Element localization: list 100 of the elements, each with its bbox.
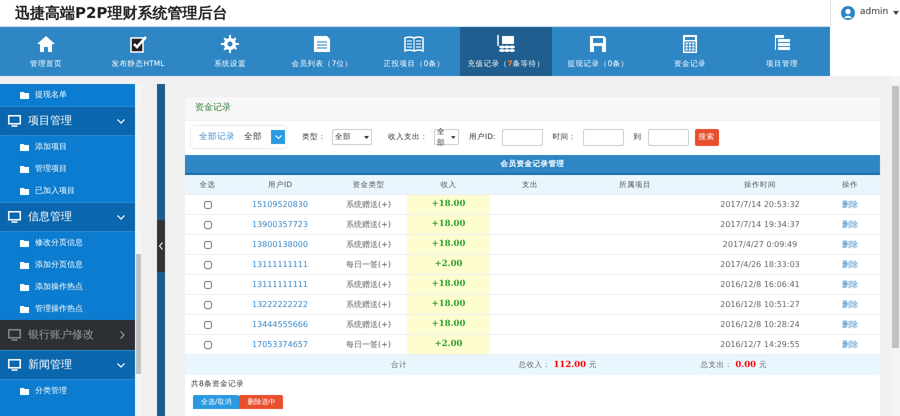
folder-icon [20, 144, 29, 150]
caret-icon [364, 136, 369, 138]
input-field[interactable] [582, 128, 624, 146]
table-cell: +2.00 [434, 338, 462, 351]
menu-group-header[interactable]: 银行账户修改 [0, 320, 135, 350]
user-name[interactable]: admin [860, 6, 888, 20]
chevron-down-icon [117, 118, 125, 124]
menu-group-header[interactable]: 项目管理 [0, 106, 135, 136]
delete-link[interactable]: 删除 [842, 198, 858, 210]
input-field[interactable] [648, 128, 689, 146]
table-cell: 2016/12/8 16:06:41 [720, 278, 800, 290]
table-cell: 系统赠送(+) [346, 278, 391, 290]
delete-link[interactable]: 删除 [842, 338, 858, 350]
table-cell: +18.00 [432, 238, 466, 251]
delete-link[interactable]: 删除 [842, 258, 858, 270]
panel-title: 资金记录 [195, 102, 231, 115]
chevron-down-icon [117, 214, 125, 220]
chevron-down-icon [274, 135, 282, 139]
user-id-link[interactable]: 13800138000 [252, 238, 308, 250]
table-cell: +18.00 [432, 198, 466, 211]
book-icon [404, 34, 424, 54]
scrollbar[interactable] [135, 84, 142, 416]
table-cell: +18.00 [432, 278, 466, 291]
caret-icon[interactable] [893, 11, 900, 15]
table-cell: 2017/4/26 18:33:03 [720, 258, 800, 270]
table-cell: 每日一签(+) [346, 258, 391, 270]
user-id-link[interactable]: 17053374657 [252, 338, 308, 350]
menu-item[interactable]: 修改分页信息 [35, 237, 83, 249]
delete-link[interactable]: 删除 [842, 218, 858, 230]
menu-item[interactable]: 提现名单 [35, 89, 67, 101]
folder-icon [20, 262, 29, 268]
table-cell: +18.00 [432, 298, 466, 311]
user-id-link[interactable]: 13111111111 [252, 258, 308, 270]
menu-item[interactable]: 管理项目 [35, 163, 67, 175]
menu-item[interactable]: 添加操作热点 [35, 281, 83, 293]
scope-dropdown[interactable]: 全部 [244, 129, 262, 145]
menu-item[interactable]: 添加分页信息 [35, 259, 83, 271]
checkbox[interactable] [204, 340, 212, 348]
folder-icon [20, 240, 29, 246]
collapse-toggle[interactable] [157, 220, 165, 272]
folder-icon [20, 166, 29, 172]
table-cell: 系统赠送(+) [346, 218, 391, 230]
table-cell: 2017/7/14 19:34:37 [720, 218, 800, 230]
chevron-left-icon [159, 242, 163, 250]
table-cell: 系统赠送(+) [346, 298, 391, 310]
menu-group-header[interactable]: 信息管理 [0, 202, 135, 232]
filter-link[interactable]: 全部记录 [199, 130, 235, 144]
monitor-icon [8, 359, 21, 371]
folder-icon [20, 92, 29, 98]
menu-group-header[interactable]: 新闻管理 [0, 350, 135, 380]
document-icon [312, 34, 332, 54]
input-field[interactable] [502, 128, 543, 146]
user-id-link[interactable]: 15109520830 [252, 198, 308, 210]
folder-icon [20, 188, 29, 194]
checkbox[interactable] [204, 260, 212, 268]
delete-link[interactable]: 删除 [842, 318, 858, 330]
dropdown-button[interactable] [271, 130, 285, 144]
table-cell: 2016/12/8 10:28:24 [720, 318, 800, 330]
checklist-icon [128, 34, 148, 54]
table-cell: +18.00 [432, 318, 466, 331]
folder-icon [20, 284, 29, 290]
scrollbar[interactable] [891, 76, 900, 416]
house-icon [36, 34, 56, 54]
table-cell: 系统赠送(+) [346, 318, 391, 330]
monitor-icon [8, 329, 21, 341]
checkbox[interactable] [204, 300, 212, 308]
user-id-link[interactable]: 13222222222 [252, 298, 308, 310]
table-cell: +2.00 [434, 258, 462, 271]
table-cell: 2017/4/27 0:09:49 [722, 238, 798, 250]
user-id-link[interactable]: 13900357723 [252, 218, 308, 230]
menu-item[interactable]: 添加项目 [35, 141, 67, 153]
chevron-down-icon [117, 362, 125, 368]
table-cell: 系统赠送(+) [346, 198, 391, 210]
menu-item[interactable]: 管理操作热点 [35, 303, 83, 315]
folder-icon [20, 306, 29, 312]
checkbox[interactable] [204, 220, 212, 228]
checkbox[interactable] [204, 240, 212, 248]
menu-item[interactable]: 已加入项目 [35, 185, 75, 197]
user-id-link[interactable]: 13444555666 [252, 318, 308, 330]
calculator-icon [680, 34, 700, 54]
user-avatar-icon [841, 6, 855, 20]
checkbox[interactable] [204, 200, 212, 208]
monitor-icon [8, 115, 21, 127]
folder-icon [20, 388, 29, 394]
delete-link[interactable]: 删除 [842, 238, 858, 250]
monitor-icon [8, 211, 21, 223]
checkbox[interactable] [204, 280, 212, 288]
gear-icon [220, 34, 240, 54]
caret-icon [451, 136, 456, 138]
delete-link[interactable]: 删除 [842, 298, 858, 310]
menu-item[interactable]: 分类管理 [35, 385, 67, 397]
user-id-link[interactable]: 13111111111 [252, 278, 308, 290]
checkbox[interactable] [204, 320, 212, 328]
table-cell: 2016/12/8 10:51:27 [720, 298, 800, 310]
delete-link[interactable]: 删除 [842, 278, 858, 290]
table-cell: 每日一签(+) [346, 338, 391, 350]
table-cell: 2016/12/7 14:29:55 [720, 338, 800, 350]
coin-stack-icon [496, 34, 516, 54]
table-cell: 系统赠送(+) [346, 238, 391, 250]
site-title: 迅捷高端P2P理财系统管理后台 [14, 2, 228, 24]
